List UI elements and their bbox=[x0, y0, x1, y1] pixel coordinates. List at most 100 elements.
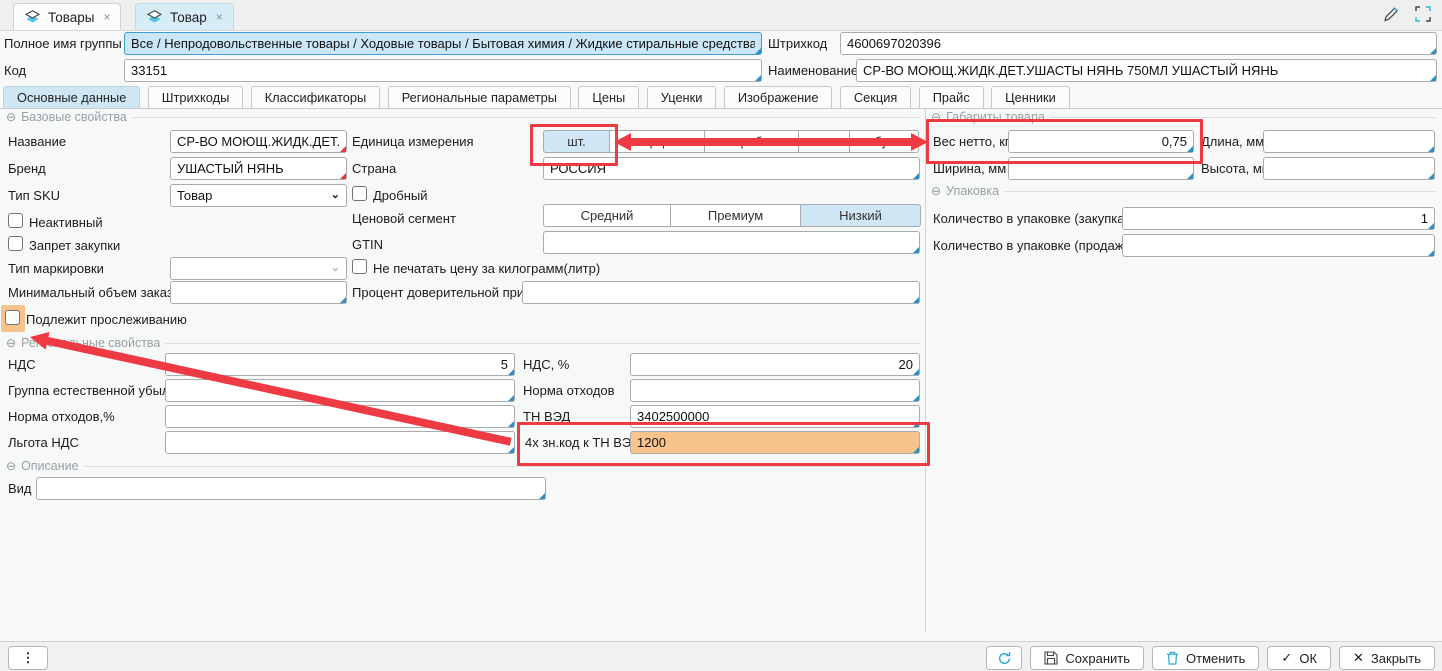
vid-input[interactable] bbox=[36, 477, 546, 500]
nazvanie-label: Название bbox=[8, 134, 66, 150]
group-packaging-title: Упаковка bbox=[946, 184, 999, 198]
price-segment-premium[interactable]: Премиум bbox=[670, 204, 801, 227]
trust-accept-field[interactable] bbox=[522, 281, 920, 304]
price-segment-nizkiy[interactable]: Низкий bbox=[800, 204, 921, 227]
tab-tovar[interactable]: Товар × bbox=[135, 3, 234, 30]
refresh-button[interactable] bbox=[986, 646, 1022, 670]
close-icon[interactable]: × bbox=[216, 10, 223, 24]
tab-price-list[interactable]: Прайс bbox=[919, 86, 984, 108]
name-input[interactable] bbox=[856, 59, 1437, 82]
gtin-input[interactable] bbox=[543, 231, 920, 254]
sku-type-input[interactable] bbox=[170, 184, 347, 207]
collapse-icon[interactable]: ⊖ bbox=[6, 460, 16, 472]
height-field[interactable] bbox=[1263, 157, 1435, 180]
waste-norm-input[interactable] bbox=[630, 379, 920, 402]
fractional-checkbox[interactable] bbox=[352, 186, 367, 201]
barcode-input[interactable] bbox=[840, 32, 1437, 55]
tab-barcodes[interactable]: Штрихкоды bbox=[148, 86, 244, 108]
price-segment-label: Ценовой сегмент bbox=[352, 211, 456, 227]
qty-purchase-label: Количество в упаковке (закупка) bbox=[933, 211, 1129, 227]
sku-type-dropdown[interactable]: ⌄ bbox=[170, 184, 347, 207]
length-label: Длина, мм bbox=[1201, 134, 1264, 150]
window-tab-bar: Товары × Товар × bbox=[0, 0, 1442, 31]
marking-type-input[interactable] bbox=[170, 257, 347, 280]
marking-type-dropdown[interactable]: ⌄ bbox=[170, 257, 347, 280]
purchase-ban-label: Запрет закупки bbox=[29, 238, 120, 254]
qty-purchase-input[interactable] bbox=[1122, 207, 1435, 230]
more-options-button[interactable]: ⋮ bbox=[8, 646, 48, 670]
waste-norm-label: Норма отходов bbox=[523, 383, 615, 399]
collapse-icon[interactable]: ⊖ bbox=[931, 185, 941, 197]
close-button[interactable]: ✕ Закрыть bbox=[1339, 646, 1435, 670]
waste-norm-field[interactable] bbox=[630, 379, 920, 402]
name-field[interactable] bbox=[856, 59, 1437, 82]
fullscreen-icon[interactable] bbox=[1414, 5, 1432, 23]
traceable-label: Подлежит прослеживанию bbox=[26, 312, 187, 328]
brand-field[interactable] bbox=[170, 157, 347, 180]
tab-main-data[interactable]: Основные данные bbox=[3, 86, 140, 108]
group-packaging: ⊖ Упаковка bbox=[931, 184, 1436, 198]
height-input[interactable] bbox=[1263, 157, 1435, 180]
tab-section[interactable]: Секция bbox=[840, 86, 911, 108]
waste-rate-pct-label: Норма отходов,% bbox=[8, 409, 115, 425]
code-label: Код bbox=[4, 63, 26, 79]
length-input[interactable] bbox=[1263, 130, 1435, 153]
annotation-box-tnved4 bbox=[517, 422, 930, 466]
save-button[interactable]: Сохранить bbox=[1030, 646, 1144, 670]
trust-accept-input[interactable] bbox=[522, 281, 920, 304]
collapse-icon[interactable]: ⊖ bbox=[6, 337, 16, 349]
min-order-input[interactable] bbox=[170, 281, 347, 304]
min-order-field[interactable] bbox=[170, 281, 347, 304]
fractional-label: Дробный bbox=[373, 188, 428, 204]
code-field[interactable] bbox=[124, 59, 762, 82]
length-field[interactable] bbox=[1263, 130, 1435, 153]
code-input[interactable] bbox=[124, 59, 762, 82]
collapse-icon[interactable]: ⊖ bbox=[6, 111, 16, 123]
no-price-per-kg-label: Не печатать цену за килограмм(литр) bbox=[373, 261, 600, 277]
price-segment-sredniy[interactable]: Средний bbox=[543, 204, 671, 227]
group-path-field[interactable] bbox=[124, 32, 762, 55]
group-path-input[interactable] bbox=[124, 32, 762, 55]
panel-divider bbox=[925, 108, 926, 632]
nazvanie-input[interactable] bbox=[170, 130, 347, 153]
tab-tovary[interactable]: Товары × bbox=[13, 3, 121, 30]
tab-prices[interactable]: Цены bbox=[578, 86, 639, 108]
tab-classifiers[interactable]: Классификаторы bbox=[251, 86, 381, 108]
purchase-ban-checkbox[interactable] bbox=[8, 236, 23, 251]
gtin-field[interactable] bbox=[543, 231, 920, 254]
brand-label: Бренд bbox=[8, 161, 46, 177]
min-order-label: Минимальный объем заказа bbox=[8, 285, 180, 301]
brand-input[interactable] bbox=[170, 157, 347, 180]
barcode-field[interactable] bbox=[840, 32, 1437, 55]
marking-type-label: Тип маркировки bbox=[8, 261, 104, 277]
qty-sale-input[interactable] bbox=[1122, 234, 1435, 257]
nds-benefit-label: Льгота НДС bbox=[8, 435, 79, 451]
cancel-button[interactable]: Отменить bbox=[1152, 646, 1259, 670]
product-card-window: Товары × Товар × Полное имя группы Штрих… bbox=[0, 0, 1442, 670]
nazvanie-field[interactable] bbox=[170, 130, 347, 153]
unit-label: Единица измерения bbox=[352, 134, 474, 150]
vid-field[interactable] bbox=[36, 477, 546, 500]
inactive-checkbox[interactable] bbox=[8, 213, 23, 228]
tab-image[interactable]: Изображение bbox=[724, 86, 833, 108]
group-basic-title: Базовые свойства bbox=[21, 110, 127, 124]
group-basic-props: ⊖ Базовые свойства bbox=[6, 110, 920, 124]
tab-regional-params[interactable]: Региональные параметры bbox=[388, 86, 571, 108]
no-price-per-kg-checkbox[interactable] bbox=[352, 259, 367, 274]
tab-markdowns[interactable]: Уценки bbox=[647, 86, 717, 108]
close-icon[interactable]: × bbox=[103, 10, 110, 24]
ok-button[interactable]: ✓ ОК bbox=[1267, 646, 1331, 670]
nds-pct-field[interactable] bbox=[630, 353, 920, 376]
price-segment-segmented: Средний Премиум Низкий bbox=[543, 204, 921, 227]
inactive-label: Неактивный bbox=[29, 215, 103, 231]
nds-pct-input[interactable] bbox=[630, 353, 920, 376]
check-icon: ✓ bbox=[1281, 650, 1292, 666]
refresh-icon bbox=[997, 651, 1012, 666]
traceable-checkbox[interactable] bbox=[5, 310, 20, 325]
pencil-icon[interactable] bbox=[1382, 5, 1400, 23]
qty-purchase-field[interactable] bbox=[1122, 207, 1435, 230]
nds-pct-label: НДС, % bbox=[523, 357, 569, 373]
tab-price-tags[interactable]: Ценники bbox=[991, 86, 1070, 108]
sku-type-label: Тип SKU bbox=[8, 188, 60, 204]
qty-sale-field[interactable] bbox=[1122, 234, 1435, 257]
